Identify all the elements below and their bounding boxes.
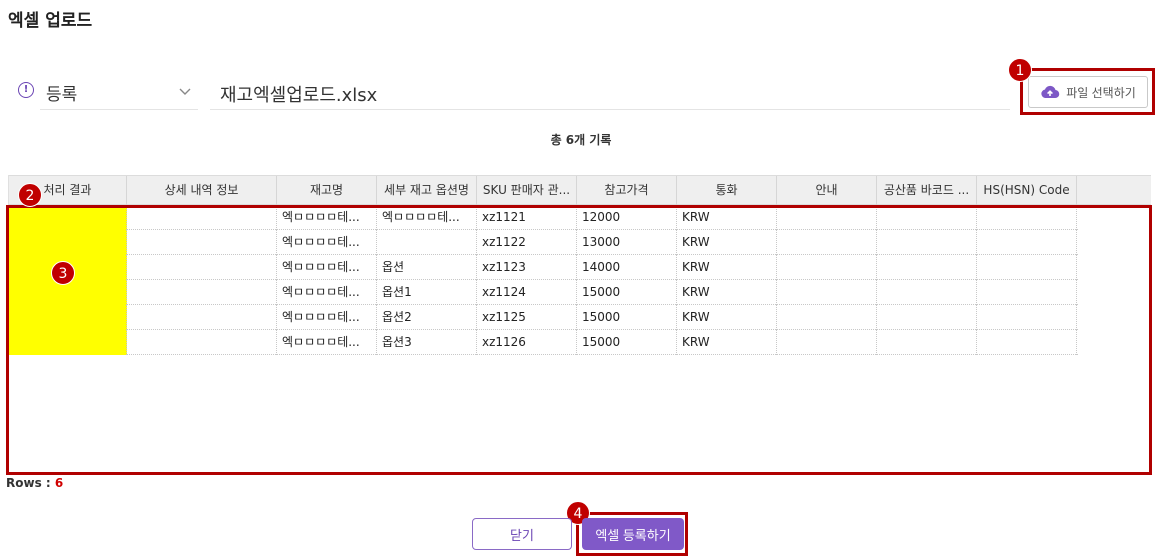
column-header[interactable]: HS(HSN) Code (977, 176, 1077, 205)
upload-controls: ! 등록 재고엑셀업로드.xlsx (16, 72, 1156, 110)
record-count: 총 6개 기록 (550, 133, 612, 147)
close-button[interactable]: 닫기 (472, 518, 572, 550)
column-header[interactable]: 세부 재고 옵션명 (377, 176, 477, 205)
rows-label-text: Rows : (6, 476, 55, 490)
rows-count-label: Rows : 6 (6, 476, 63, 490)
mode-select-value: 등록 (46, 85, 78, 105)
annotation-badge-1: 1 (1008, 58, 1032, 82)
column-header[interactable]: 상세 내역 정보 (127, 176, 277, 205)
page-title: 엑셀 업로드 (8, 11, 93, 31)
column-header[interactable]: SKU 판매자 관... (477, 176, 577, 205)
mode-select[interactable]: 등록 (40, 72, 198, 110)
column-header[interactable]: 통화 (677, 176, 777, 205)
annotation-badge-3: 3 (51, 261, 75, 285)
annotation-badge-2: 2 (18, 183, 42, 207)
info-circle-icon: ! (18, 82, 34, 98)
annotation-box-file-button (1020, 68, 1155, 115)
file-name-field[interactable]: 재고엑셀업로드.xlsx (210, 72, 1010, 110)
column-header[interactable]: 공산품 바코드 ... (877, 176, 977, 205)
excel-register-button[interactable]: 엑셀 등록하기 (582, 518, 684, 550)
column-header[interactable]: 재고명 (277, 176, 377, 205)
column-header[interactable]: 참고가격 (577, 176, 677, 205)
annotation-box-grid (6, 205, 1152, 475)
grid-header: 처리 결과 상세 내역 정보 재고명 세부 재고 옵션명 SKU 판매자 관... 참고가… (9, 175, 1151, 205)
file-name-value: 재고엑셀업로드.xlsx (220, 85, 378, 106)
rows-count-value: 6 (54, 476, 64, 490)
chevron-down-icon (179, 88, 191, 95)
column-header[interactable]: 안내 (777, 176, 877, 205)
